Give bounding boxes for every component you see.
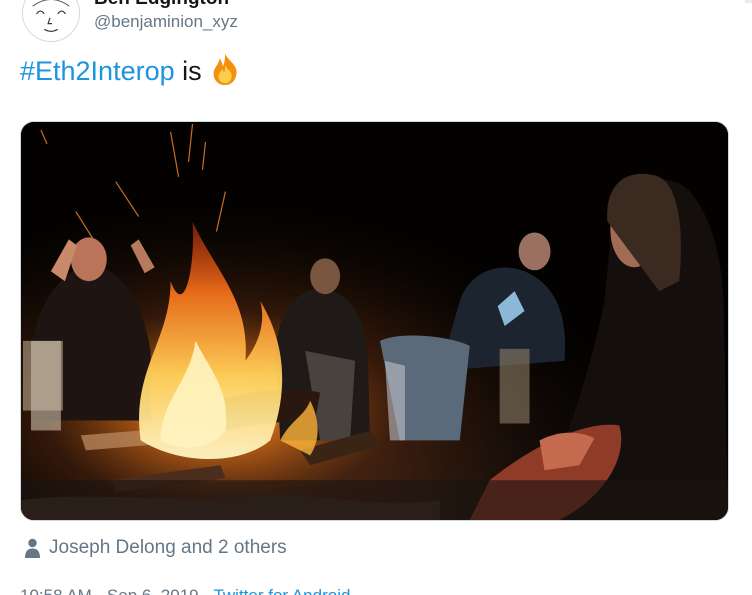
tweet-meta: 10:58 AM · Sep 6, 2019 · Twitter for And… [20,586,350,595]
tweet-text: #Eth2Interop is [20,52,242,90]
source-link[interactable]: Twitter for Android [213,586,350,595]
likers-row[interactable]: Joseph Delong and 2 others [24,535,287,561]
corner-marker [745,0,752,3]
avatar[interactable] [22,0,80,42]
author-handle[interactable]: @benjaminion_xyz [94,12,238,32]
meta-separator: · [203,586,213,595]
person-icon [24,538,41,558]
timestamp[interactable]: 10:58 AM · Sep 6, 2019 [20,586,199,595]
tweet-text-body: is [174,56,202,86]
campfire-photo [21,122,728,520]
author-display-name[interactable]: Ben Edgington [94,0,229,10]
hashtag-link[interactable]: #Eth2Interop [20,56,175,86]
fire-emoji-icon [208,52,242,86]
tweet-photo[interactable] [20,121,729,521]
likers-text: Joseph Delong and 2 others [49,537,287,558]
avatar-sketch-icon [23,0,79,41]
